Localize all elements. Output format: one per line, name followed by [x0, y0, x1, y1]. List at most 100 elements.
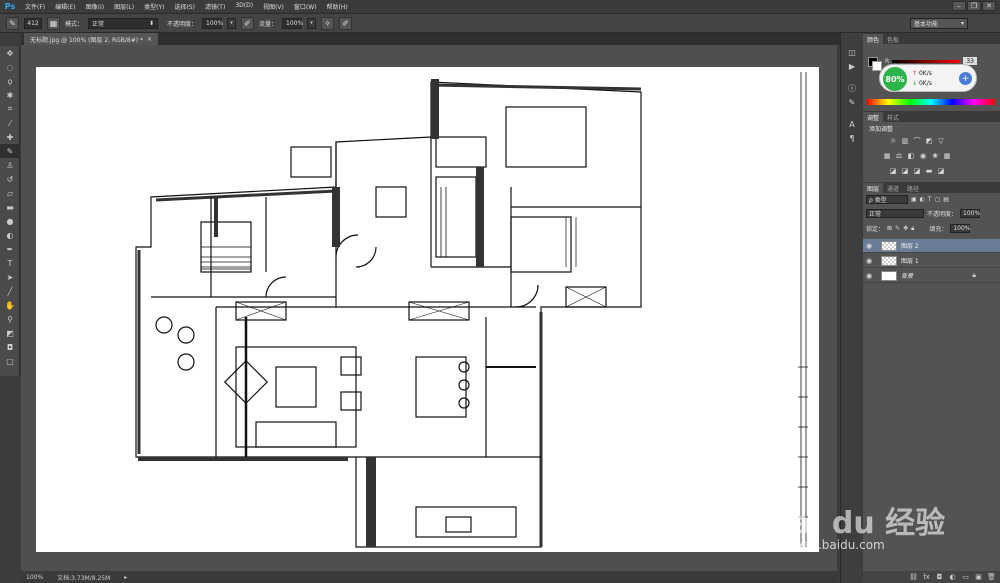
eye-icon[interactable]: ◉: [863, 257, 875, 265]
brush-tool-icon[interactable]: ✎: [0, 144, 20, 158]
quick-mask-icon[interactable]: ◘: [0, 340, 20, 354]
flow-input[interactable]: 100%: [282, 17, 303, 29]
selective-color-icon[interactable]: ◪: [937, 167, 945, 175]
threshold-icon[interactable]: ◪: [913, 167, 921, 175]
status-menu-icon[interactable]: ▸: [124, 574, 127, 581]
layer-row[interactable]: ◉ 背景 🔒︎: [863, 269, 1000, 283]
close-button[interactable]: ✕: [982, 1, 996, 11]
brush-panel-toggle-icon[interactable]: ▦: [47, 16, 60, 30]
minimize-button[interactable]: –: [952, 1, 966, 11]
history-brush-tool-icon[interactable]: ↺: [0, 172, 20, 186]
color-spectrum[interactable]: [867, 99, 995, 105]
layer-row[interactable]: ◉ 图层 1: [863, 254, 1000, 268]
layer-fill-input[interactable]: 100%: [950, 224, 970, 233]
menu-item[interactable]: 3D(D): [230, 2, 258, 11]
menu-item[interactable]: 滤镜(T): [200, 2, 230, 11]
gradient-tool-icon[interactable]: ▬: [0, 200, 20, 214]
line-tool-icon[interactable]: ╱: [0, 284, 20, 298]
zoom-tool-icon[interactable]: ⚲: [0, 312, 20, 326]
move-tool-icon[interactable]: ✥: [0, 46, 20, 60]
crop-tool-icon[interactable]: ⌗: [0, 102, 20, 116]
blur-tool-icon[interactable]: ●: [0, 214, 20, 228]
widget-plus-button[interactable]: +: [959, 72, 972, 85]
tab-adjustments[interactable]: 调整: [863, 112, 884, 122]
path-selection-tool-icon[interactable]: ➤: [0, 270, 20, 284]
marquee-tool-icon[interactable]: ◌: [0, 60, 20, 74]
flow-dropdown-icon[interactable]: ▾: [307, 17, 317, 29]
blend-mode-select[interactable]: 正常: [866, 209, 924, 218]
new-group-icon[interactable]: ▭: [961, 573, 970, 581]
red-slider[interactable]: [892, 59, 961, 63]
link-layers-icon[interactable]: ⛓: [909, 573, 918, 581]
lasso-tool-icon[interactable]: ϙ: [0, 74, 20, 88]
network-speed-widget[interactable]: 80% ↑ 0K/s ↓ 0K/s +: [879, 64, 977, 92]
lock-all-icon[interactable]: 🔒︎: [911, 225, 914, 233]
pen-tool-icon[interactable]: ✒: [0, 242, 20, 256]
channel-mixer-icon[interactable]: ❀: [931, 152, 939, 160]
opacity-input[interactable]: 100%: [202, 17, 223, 29]
pressure-opacity-icon[interactable]: ✐: [241, 16, 255, 30]
history-panel-icon[interactable]: ◫: [841, 45, 863, 59]
tab-styles[interactable]: 样式: [883, 112, 903, 122]
menu-item[interactable]: 帮助(H): [322, 2, 353, 11]
lock-position-icon[interactable]: ✥: [903, 225, 908, 232]
type-tool-icon[interactable]: T: [0, 256, 20, 270]
brush-tool-preset-icon[interactable]: ✎: [6, 16, 19, 30]
filter-pixel-icon[interactable]: ▣: [911, 196, 917, 203]
filter-adjustment-icon[interactable]: ◐: [920, 196, 925, 203]
photo-filter-icon[interactable]: ◉: [919, 152, 927, 160]
menu-item[interactable]: 文件(F): [20, 2, 50, 11]
filter-type-icon[interactable]: T: [928, 196, 932, 203]
menu-item[interactable]: 图像(I): [81, 2, 109, 11]
mode-select[interactable]: 正常 ⬍: [88, 17, 159, 29]
close-icon[interactable]: ×: [147, 36, 152, 43]
opacity-dropdown-icon[interactable]: ▾: [227, 17, 237, 29]
tab-paths[interactable]: 路径: [903, 183, 923, 193]
pressure-size-icon[interactable]: ✐: [339, 16, 353, 30]
hand-tool-icon[interactable]: ✋: [0, 298, 20, 312]
black-white-icon[interactable]: ◧: [907, 152, 915, 160]
magic-wand-tool-icon[interactable]: ✱: [0, 88, 20, 102]
menu-item[interactable]: 窗口(W): [289, 2, 322, 11]
menu-item[interactable]: 选择(S): [169, 2, 200, 11]
filter-shape-icon[interactable]: ▢: [935, 196, 941, 203]
menu-item[interactable]: 视图(V): [258, 2, 289, 11]
document-canvas[interactable]: [36, 67, 819, 552]
brightness-icon[interactable]: ☼: [889, 137, 897, 145]
layer-style-icon[interactable]: fx: [922, 573, 931, 581]
brush-size-picker[interactable]: 412: [24, 17, 42, 29]
restore-button[interactable]: ❐: [967, 1, 981, 11]
clone-stamp-tool-icon[interactable]: ♙: [0, 158, 20, 172]
filter-smart-icon[interactable]: ▤: [943, 196, 949, 203]
invert-icon[interactable]: ◪: [889, 167, 897, 175]
exposure-icon[interactable]: ◩: [925, 137, 933, 145]
color-lookup-icon[interactable]: ▦: [943, 152, 951, 160]
airbrush-icon[interactable]: ✧: [321, 16, 335, 30]
lock-paint-icon[interactable]: ✎: [895, 225, 900, 232]
healing-brush-tool-icon[interactable]: ✚: [0, 130, 20, 144]
color-balance-icon[interactable]: ⚖: [895, 152, 903, 160]
eraser-tool-icon[interactable]: ▱: [0, 186, 20, 200]
dodge-tool-icon[interactable]: ◐: [0, 228, 20, 242]
posterize-icon[interactable]: ◪: [901, 167, 909, 175]
eye-icon[interactable]: ◉: [863, 272, 875, 280]
workspace-select[interactable]: 基本功能 ▾: [910, 18, 968, 29]
curves-icon[interactable]: ⌒: [913, 137, 921, 145]
eyedropper-tool-icon[interactable]: ⁄: [0, 116, 20, 130]
hue-saturation-icon[interactable]: ▦: [883, 152, 891, 160]
lock-transparent-icon[interactable]: ⊠: [887, 225, 892, 232]
tab-layers[interactable]: 图层: [863, 183, 884, 193]
levels-icon[interactable]: ▥: [901, 137, 909, 145]
character-panel-icon[interactable]: A: [841, 117, 863, 131]
gradient-map-icon[interactable]: ▬: [925, 167, 933, 175]
tab-swatches[interactable]: 色板: [883, 34, 903, 44]
layer-filter-select[interactable]: ρ 类型: [866, 195, 908, 204]
color-swatches-icon[interactable]: ◩: [0, 326, 20, 340]
zoom-level[interactable]: 100%: [26, 574, 43, 581]
info-panel-icon[interactable]: ⓘ: [841, 81, 863, 95]
layer-row[interactable]: ◉ 图层 2: [863, 239, 1000, 253]
paragraph-panel-icon[interactable]: ¶: [841, 131, 863, 145]
new-adjustment-icon[interactable]: ◐: [948, 573, 957, 581]
tab-color[interactable]: 颜色: [863, 34, 884, 44]
menu-item[interactable]: 类型(Y): [139, 2, 169, 11]
